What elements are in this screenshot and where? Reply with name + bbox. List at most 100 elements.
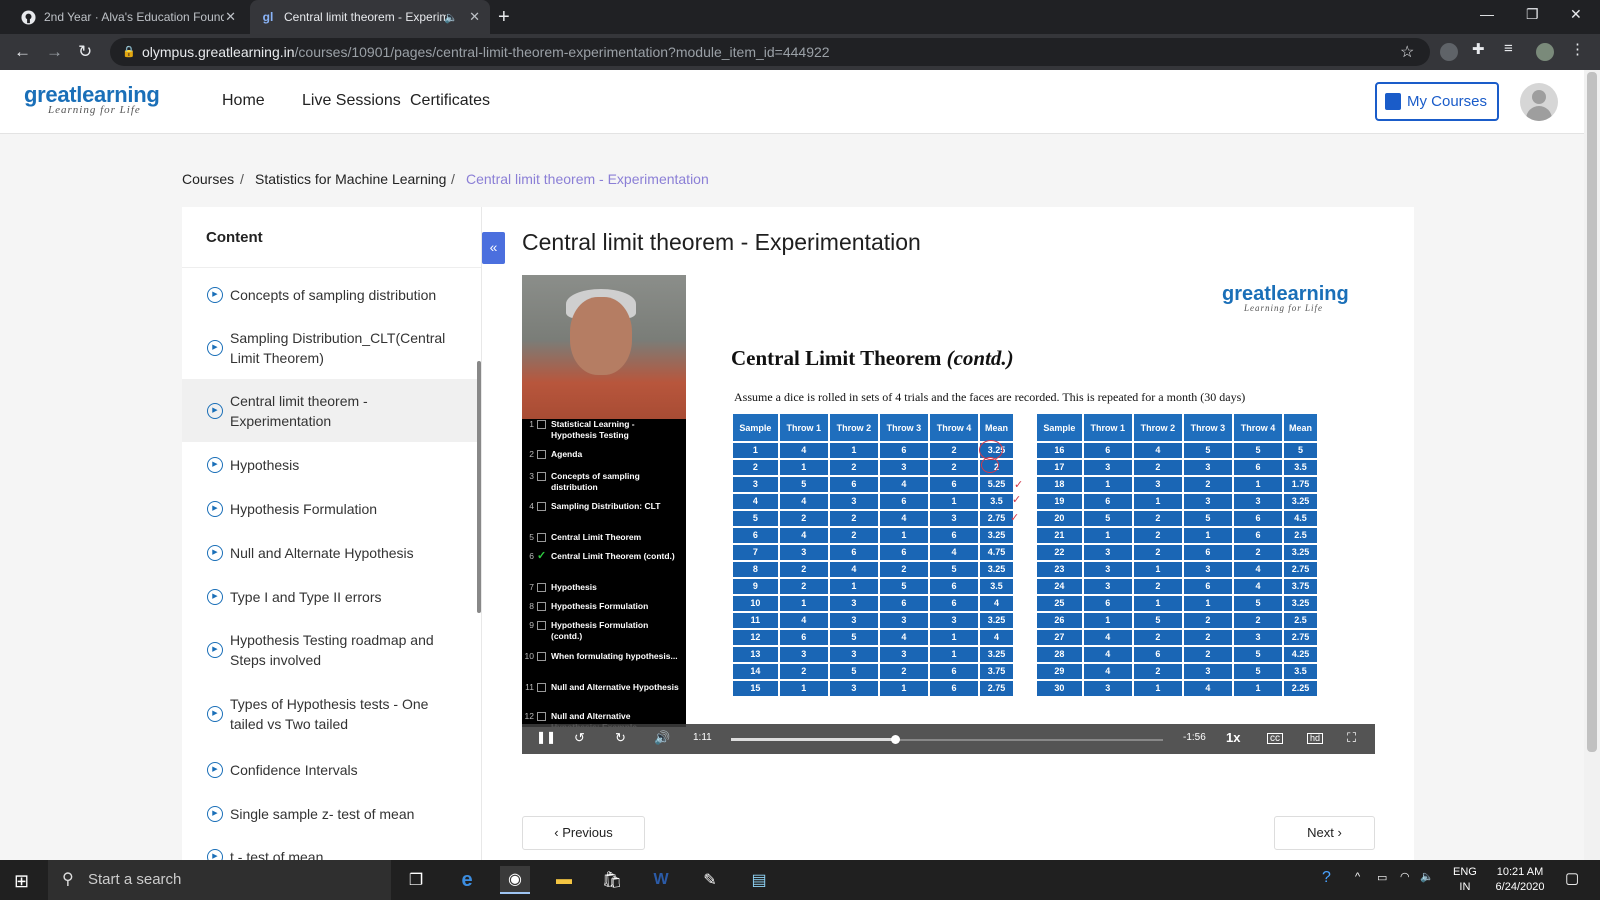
sidebar-item[interactable]: ▶ t - test of mean <box>182 837 478 860</box>
site-logo[interactable]: greatlearning Learning for Life <box>24 82 160 116</box>
sidebar-item[interactable]: ▶ Hypothesis Formulation <box>182 489 478 529</box>
sidebar-scrollbar[interactable] <box>477 361 481 613</box>
table-row: 4 4 3 6 1 3.5 <box>733 494 1013 509</box>
page-scrollbar[interactable] <box>1584 70 1600 860</box>
menu-icon[interactable]: ⋮ <box>1570 40 1588 58</box>
sidebar-item-label: Hypothesis Testing roadmap and Steps inv… <box>230 632 434 668</box>
sidebar-item[interactable]: ▶ Hypothesis <box>182 445 478 485</box>
edge-icon[interactable]: e <box>452 866 482 894</box>
user-avatar[interactable] <box>1520 83 1558 121</box>
chrome-icon[interactable]: ◉ <box>500 866 530 894</box>
table-cell: 6 <box>929 681 979 696</box>
browser-tab-active[interactable]: gl Central limit theorem - Experimentati… <box>250 0 490 34</box>
forward-skip-icon[interactable]: ↻ <box>615 730 626 746</box>
table-cell: 2 <box>1133 528 1182 543</box>
captions-icon[interactable]: cc <box>1267 733 1283 744</box>
close-window-icon[interactable]: ✕ <box>1570 6 1582 23</box>
pause-icon[interactable]: ❚❚ <box>536 730 556 744</box>
table-cell: 3 <box>1083 545 1132 560</box>
checkbox-icon <box>537 450 546 459</box>
table-cell: 4 <box>1233 579 1283 594</box>
bookmark-star-icon[interactable]: ☆ <box>1400 42 1414 62</box>
volume-icon[interactable]: 🔊 <box>654 730 670 746</box>
notification-icon[interactable]: ▢ <box>1565 869 1579 887</box>
paint-icon[interactable]: ✎ <box>695 866 725 894</box>
tray-expand-icon[interactable]: ^ <box>1355 871 1360 883</box>
table-cell: 1 <box>829 443 878 458</box>
minimize-icon[interactable]: — <box>1480 6 1494 22</box>
new-tab-button[interactable]: + <box>498 5 510 29</box>
table-row: 6 4 2 1 6 3.25 <box>733 528 1013 543</box>
close-tab-icon[interactable]: ✕ <box>469 9 480 25</box>
help-icon[interactable]: ? <box>1322 869 1331 887</box>
nav-home[interactable]: Home <box>222 92 265 110</box>
table-cell: 2.25 <box>1284 681 1317 696</box>
notepad-icon[interactable]: ▤ <box>744 866 774 894</box>
play-circle-icon: ▶ <box>207 501 223 517</box>
quality-icon[interactable]: hd <box>1307 733 1324 744</box>
sidebar-item[interactable]: ▶ Concepts of sampling distribution <box>182 275 478 315</box>
collapse-sidebar-button[interactable]: « <box>482 232 505 264</box>
table-cell: 4 <box>1083 664 1132 679</box>
maximize-icon[interactable]: ❐ <box>1526 6 1539 23</box>
previous-button[interactable]: ‹ Previous <box>522 816 645 850</box>
rewind-icon[interactable]: ↺ <box>574 730 585 746</box>
word-icon[interactable]: W <box>646 866 676 894</box>
sidebar-item[interactable]: ▶ Confidence Intervals <box>182 750 478 790</box>
table-cell: 10 <box>733 596 778 611</box>
language-indicator[interactable]: ENG IN <box>1453 865 1477 895</box>
table-row: 12 6 5 4 1 4 <box>733 630 1013 645</box>
sidebar-item[interactable]: ▶ Types of Hypothesis tests - One tailed… <box>182 684 478 744</box>
task-view-icon[interactable]: ❐ <box>401 866 431 894</box>
puzzle-icon[interactable]: ✚ <box>1472 40 1490 58</box>
nav-live-sessions[interactable]: Live Sessions <box>302 92 401 110</box>
reload-icon[interactable]: ↻ <box>78 42 92 62</box>
extension-icon[interactable] <box>1440 43 1458 61</box>
fullscreen-icon[interactable]: ⛶ <box>1347 730 1356 746</box>
profile-icon[interactable] <box>1536 43 1554 61</box>
file-explorer-icon[interactable]: ▬ <box>549 866 579 894</box>
table-header: Throw 1 <box>1083 414 1132 441</box>
clock[interactable]: 10:21 AM 6/24/2020 <box>1488 865 1552 895</box>
table-cell: 5 <box>1284 443 1317 458</box>
table-row: 7 3 6 6 4 4.75 <box>733 545 1013 560</box>
sidebar-item[interactable]: ▶ Sampling Distribution_CLT(Central Limi… <box>182 318 478 378</box>
nav-certificates[interactable]: Certificates <box>410 92 490 110</box>
slide-logo: greatlearning Learning for Life <box>1222 283 1349 313</box>
chapter-label: Hypothesis Formulation <box>551 601 649 611</box>
table-cell: 2 <box>779 511 828 526</box>
windows-taskbar: ⊞ ⚲ Start a search ❐ e ◉ ▬ 🛍 W ✎ ▤ ? ^ ▭… <box>0 860 1600 900</box>
sidebar-item-label: Hypothesis <box>230 457 300 473</box>
speaker-icon[interactable]: 🔈 <box>444 11 458 24</box>
my-courses-button[interactable]: My Courses <box>1375 82 1499 121</box>
next-button[interactable]: Next › <box>1274 816 1375 850</box>
sidebar-item[interactable]: ▶ Null and Alternate Hypothesis <box>182 533 478 573</box>
breadcrumb-course[interactable]: Statistics for Machine Learning <box>255 171 446 187</box>
browser-tab-github[interactable]: 2nd Year · Alva's Education Foundation ✕ <box>10 0 246 34</box>
playback-speed[interactable]: 1x <box>1226 730 1240 745</box>
close-tab-icon[interactable]: ✕ <box>225 9 236 25</box>
table-cell: 5 <box>733 511 778 526</box>
windows-start-icon[interactable]: ⊞ <box>14 871 29 892</box>
sidebar-item[interactable]: ▶ Single sample z- test of mean <box>182 794 478 834</box>
url-field[interactable]: 🔒 olympus.greatlearning.in/courses/10901… <box>110 38 1430 66</box>
taskbar-search[interactable]: ⚲ Start a search <box>48 860 391 900</box>
table-cell: 5 <box>1233 664 1283 679</box>
checkbox-icon <box>537 472 546 481</box>
sidebar-item[interactable]: ▶ Type I and Type II errors <box>182 577 478 617</box>
sidebar-item[interactable]: ▶ Hypothesis Testing roadmap and Steps i… <box>182 620 478 680</box>
volume-tray-icon[interactable]: 🔈 <box>1420 870 1434 883</box>
video-controls: ❚❚ ↺ ↻ 🔊 1:11 -1:56 1x cc hd ⛶ <box>522 724 1375 754</box>
progress-handle[interactable] <box>891 735 901 744</box>
wifi-icon[interactable]: ◠ <box>1400 870 1410 883</box>
chapter-number: 5 <box>529 532 534 542</box>
media-control-icon[interactable]: ≡ <box>1504 40 1522 58</box>
battery-icon[interactable]: ▭ <box>1377 871 1387 884</box>
table-cell: 6 <box>1233 460 1283 475</box>
forward-icon[interactable]: → <box>46 42 63 62</box>
back-icon[interactable]: ← <box>14 42 31 62</box>
store-icon[interactable]: 🛍 <box>597 866 627 894</box>
sidebar-item-active[interactable]: ▶ Central limit theorem - Experimentatio… <box>182 379 478 442</box>
breadcrumb-courses[interactable]: Courses <box>182 171 234 187</box>
table-cell: 28 <box>1037 647 1082 662</box>
